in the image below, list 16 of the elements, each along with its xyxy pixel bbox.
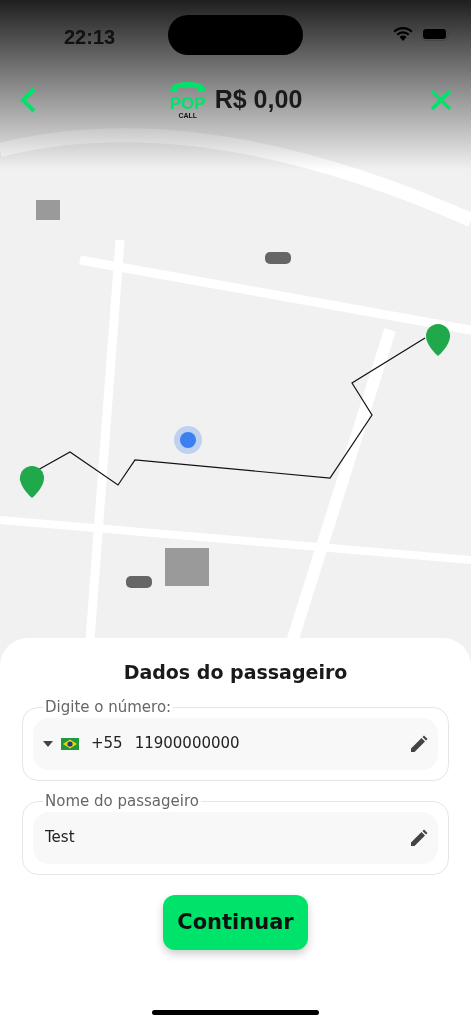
fare-amount: R$ 0,00: [214, 84, 303, 116]
battery-icon: [421, 26, 451, 41]
country-picker[interactable]: +55: [43, 732, 123, 755]
caret-icon[interactable]: [43, 740, 53, 747]
input-field[interactable]: 11900000000: [132, 731, 400, 756]
sheet-title: Dados do passageiro: [122, 660, 349, 685]
input-field[interactable]: Test: [43, 825, 400, 850]
flag-icon: [61, 737, 79, 750]
field-label: Digite o número:: [43, 696, 174, 717]
continue-button[interactable]: Continuar: [163, 894, 308, 950]
phone-field[interactable]: +55 11900000000: [33, 717, 438, 770]
text-field[interactable]: Test: [33, 811, 438, 864]
status-time: 22:13: [64, 25, 116, 50]
wifi-icon: [393, 26, 413, 41]
edit-icon[interactable]: [410, 734, 428, 753]
edit-icon[interactable]: [410, 828, 428, 847]
